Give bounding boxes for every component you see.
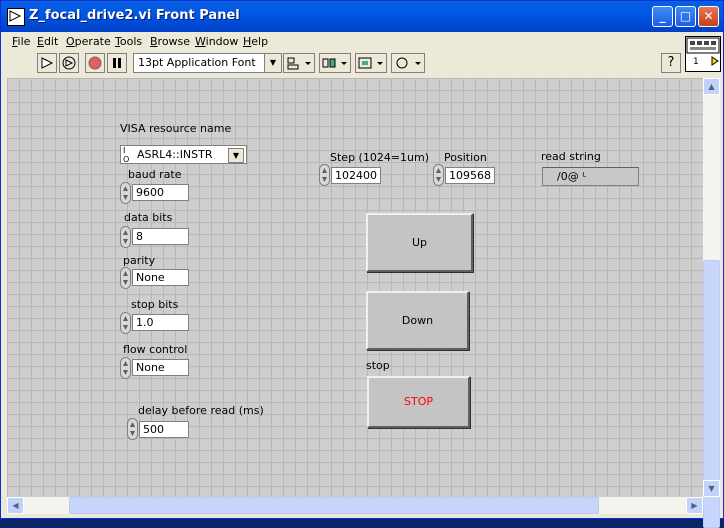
visa-dropdown-icon[interactable]: ▼ bbox=[228, 148, 244, 163]
delay-before-read-label: delay before read (ms) bbox=[138, 404, 264, 417]
data-bits-label: data bits bbox=[124, 211, 173, 224]
scroll-down-icon[interactable]: ▼ bbox=[703, 480, 720, 497]
run-button[interactable] bbox=[37, 53, 57, 73]
flow-control-ring[interactable]: None bbox=[132, 359, 189, 376]
menu-file[interactable]: File bbox=[12, 35, 30, 48]
horizontal-scroll-thumb[interactable] bbox=[69, 497, 599, 514]
run-continuously-icon bbox=[62, 56, 76, 70]
step-increment-icon[interactable] bbox=[319, 164, 330, 186]
vi-icon[interactable]: 1 bbox=[685, 36, 721, 72]
delay-before-read-input[interactable]: 500 bbox=[139, 421, 189, 438]
position-increment-icon[interactable] bbox=[433, 164, 444, 186]
vi-icon-number: 1 bbox=[693, 57, 699, 67]
menu-operate[interactable]: Operate bbox=[66, 35, 111, 48]
menu-edit[interactable]: Edit bbox=[37, 35, 58, 48]
flow-control-label: flow control bbox=[123, 343, 188, 356]
stop-label: stop bbox=[366, 359, 390, 372]
baud-rate-input[interactable]: 9600 bbox=[132, 184, 189, 201]
scroll-left-icon[interactable]: ◀ bbox=[7, 497, 24, 514]
step-label: Step (1024=1um) bbox=[330, 151, 430, 164]
step-input[interactable]: 102400 bbox=[331, 167, 381, 184]
data-bits-input[interactable]: 8 bbox=[132, 228, 189, 245]
stop-bits-increment-icon[interactable] bbox=[120, 312, 131, 334]
visa-resource-control[interactable]: IO ASRL4::INSTR ▼ bbox=[120, 145, 247, 164]
menu-window[interactable]: Window bbox=[195, 35, 238, 48]
title-bar[interactable]: Z_focal_drive2.vi Front Panel _ □ ✕ bbox=[1, 1, 723, 32]
close-button[interactable]: ✕ bbox=[698, 6, 719, 27]
menu-tools[interactable]: Tools bbox=[115, 35, 142, 48]
delay-increment-icon[interactable] bbox=[127, 418, 138, 440]
abort-stop-icon bbox=[88, 56, 102, 70]
up-button[interactable]: Up bbox=[366, 213, 473, 272]
scroll-up-icon[interactable]: ▲ bbox=[703, 78, 720, 95]
front-panel: VISA resource name IO ASRL4::INSTR ▼ bau… bbox=[7, 78, 703, 497]
maximize-button[interactable]: □ bbox=[675, 6, 696, 27]
run-arrow-icon bbox=[41, 57, 54, 69]
stop-button[interactable]: STOP bbox=[367, 376, 470, 428]
parity-increment-icon[interactable] bbox=[120, 267, 131, 289]
chevron-down-icon: ▼ bbox=[264, 54, 281, 72]
reorder-button[interactable] bbox=[391, 53, 425, 73]
position-label: Position bbox=[444, 151, 487, 164]
parity-ring[interactable]: None bbox=[132, 269, 189, 286]
down-button[interactable]: Down bbox=[366, 291, 469, 350]
horizontal-scrollbar[interactable]: ◀ ▶ bbox=[7, 497, 703, 514]
align-objects-button[interactable] bbox=[283, 53, 315, 73]
resize-objects-icon bbox=[358, 57, 383, 69]
run-continuously-button[interactable] bbox=[59, 53, 79, 73]
font-selector-value: 13pt Application Font bbox=[138, 56, 256, 69]
pause-button[interactable] bbox=[107, 53, 127, 73]
data-bits-increment-icon[interactable] bbox=[120, 226, 131, 248]
read-string-label: read string bbox=[541, 150, 601, 163]
read-string-indicator: /0@ ᴸ bbox=[542, 167, 639, 186]
visa-resource-value: ASRL4::INSTR bbox=[137, 148, 213, 161]
abort-button[interactable] bbox=[85, 53, 105, 73]
minimize-button[interactable]: _ bbox=[652, 6, 673, 27]
pause-icon bbox=[113, 58, 121, 68]
vertical-scrollbar[interactable]: ▲ ▼ bbox=[703, 78, 720, 528]
menu-help[interactable]: Help bbox=[243, 35, 268, 48]
distribute-objects-button[interactable] bbox=[319, 53, 351, 73]
resize-objects-button[interactable] bbox=[355, 53, 387, 73]
toolbar: 13pt Application Font ▼ ? bbox=[5, 51, 685, 75]
labview-window: Z_focal_drive2.vi Front Panel _ □ ✕ File… bbox=[0, 0, 724, 528]
stop-bits-ring[interactable]: 1.0 bbox=[132, 314, 189, 331]
menu-browse[interactable]: Browse bbox=[150, 35, 190, 48]
context-help-button[interactable]: ? bbox=[661, 53, 681, 73]
font-selector[interactable]: 13pt Application Font ▼ bbox=[133, 53, 282, 73]
stop-bits-label: stop bits bbox=[131, 298, 179, 311]
visa-resource-label: VISA resource name bbox=[120, 122, 232, 135]
align-objects-icon bbox=[287, 57, 311, 70]
baud-rate-label: baud rate bbox=[128, 168, 182, 181]
window-title: Z_focal_drive2.vi Front Panel bbox=[29, 8, 240, 23]
scroll-right-icon[interactable]: ▶ bbox=[686, 497, 703, 514]
vi-connector-icon bbox=[686, 37, 720, 66]
menu-bar: File Edit Operate Tools Browse Window He… bbox=[5, 32, 685, 50]
visa-io-icon: IO bbox=[123, 146, 130, 164]
distribute-objects-icon bbox=[322, 58, 347, 68]
baud-rate-increment-icon[interactable] bbox=[120, 182, 131, 204]
labview-run-icon bbox=[7, 8, 25, 26]
flow-control-increment-icon[interactable] bbox=[120, 357, 131, 379]
position-input[interactable]: 109568 bbox=[445, 167, 495, 184]
parity-label: parity bbox=[123, 254, 156, 267]
reorder-icon bbox=[396, 57, 421, 69]
